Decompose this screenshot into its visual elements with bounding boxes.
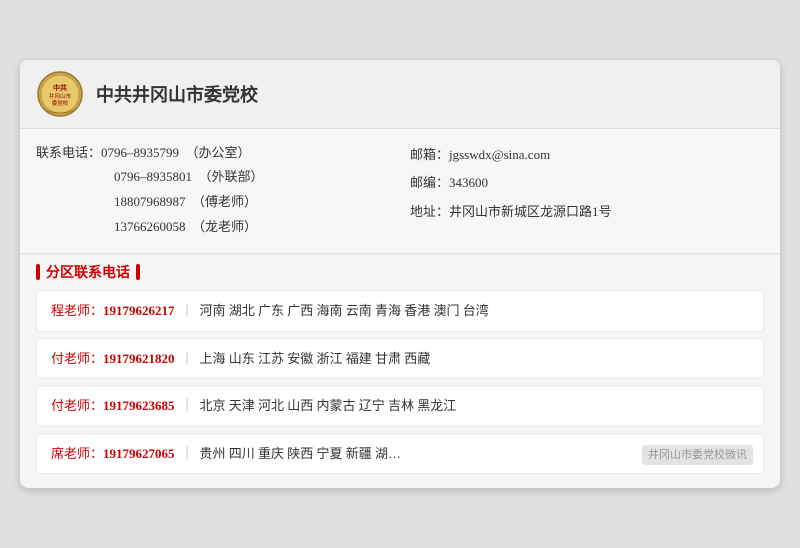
email-value: jgsswdx@sina.com [449, 147, 550, 162]
divider-3: ｜ [181, 398, 194, 413]
divider-1: ｜ [181, 303, 194, 318]
teacher-phone-1: 19179626217 [103, 303, 175, 318]
zip-label: 邮编： [410, 175, 449, 190]
district-item-3: 付老师：19179623685 ｜ 北京 天津 河北 山西 内蒙古 辽宁 吉林 黑龙… [36, 385, 764, 427]
email-label: 邮箱： [410, 147, 449, 162]
phone1-number: 0796–8935799 [101, 145, 179, 160]
svg-text:委党校: 委党校 [52, 99, 69, 107]
section-title: 分区联系电话 [46, 262, 130, 282]
zip-value: 343600 [449, 175, 488, 190]
teacher-name-1: 程老师： [51, 303, 103, 318]
phone1-note: （办公室） [192, 145, 251, 160]
phone3-note: （傅老师） [199, 194, 258, 209]
header-bar-right [136, 264, 140, 280]
district-item-4: 席老师：19179627065 ｜ 贵州 四川 重庆 陕西 宁夏 新疆 湖… 井冈山… [36, 433, 764, 475]
divider-4: ｜ [181, 446, 194, 461]
teacher-name-3: 付老师： [51, 398, 103, 413]
header: 中共 井冈山市 委党校 中共井冈山市委党校 [20, 60, 780, 129]
contact-row-phone-label: 联系电话：0796–8935799 （办公室） [36, 141, 390, 166]
org-name: 中共井冈山市委党校 [96, 81, 258, 107]
svg-text:中共: 中共 [53, 83, 67, 92]
regions-3: 北京 天津 河北 山西 内蒙古 辽宁 吉林 黑龙江 [200, 398, 457, 413]
regions-4: 贵州 四川 重庆 陕西 宁夏 新疆 湖… [200, 446, 402, 461]
phone4-note: （龙老师） [199, 219, 258, 234]
regions-2: 上海 山东 江苏 安徽 浙江 福建 甘肃 西藏 [200, 351, 431, 366]
main-card: 中共 井冈山市 委党校 中共井冈山市委党校 联系电话：0796–8935799 … [20, 60, 780, 489]
contact-section: 联系电话：0796–8935799 （办公室） 0796–8935801 （外联… [20, 129, 780, 255]
phone2-note: （外联部） [205, 169, 264, 184]
contact-row-phone3: 18807968987 （傅老师） [36, 190, 390, 215]
contact-right: 邮箱：jgsswdx@sina.com 邮编：343600 地址：井冈山市新城区… [410, 141, 764, 240]
contact-left: 联系电话：0796–8935799 （办公室） 0796–8935801 （外联… [36, 141, 390, 240]
logo-icon: 中共 井冈山市 委党校 [36, 70, 84, 118]
contact-row-zip: 邮编：343600 [410, 171, 764, 196]
district-list: 程老师：19179626217 ｜ 河南 湖北 广东 广西 海南 云南 青海 香港 … [20, 290, 780, 488]
phone-label: 联系电话： [36, 145, 101, 160]
header-bar-left [36, 264, 40, 280]
phone3-number: 18807968987 [114, 194, 186, 209]
section-header: 分区联系电话 [20, 254, 780, 290]
teacher-phone-3: 19179623685 [103, 398, 175, 413]
watermark: 井冈山市委党校微讯 [642, 445, 753, 466]
address-label: 地址： [410, 204, 449, 219]
phone2-number: 0796–8935801 [114, 169, 192, 184]
regions-1: 河南 湖北 广东 广西 海南 云南 青海 香港 澳门 台湾 [200, 303, 489, 318]
teacher-name-2: 付老师： [51, 351, 103, 366]
svg-text:井冈山市: 井冈山市 [49, 92, 72, 100]
teacher-phone-2: 19179621820 [103, 351, 175, 366]
district-item-2: 付老师：19179621820 ｜ 上海 山东 江苏 安徽 浙江 福建 甘肃 西藏 [36, 338, 764, 380]
contact-row-email: 邮箱：jgsswdx@sina.com [410, 143, 764, 168]
phone4-number: 13766260058 [114, 219, 186, 234]
contact-row-phone4: 13766260058 （龙老师） [36, 215, 390, 240]
divider-2: ｜ [181, 351, 194, 366]
contact-row-phone2: 0796–8935801 （外联部） [36, 165, 390, 190]
district-item-1: 程老师：19179626217 ｜ 河南 湖北 广东 广西 海南 云南 青海 香港 … [36, 290, 764, 332]
teacher-phone-4: 19179627065 [103, 446, 175, 461]
address-value: 井冈山市新城区龙源口路1号 [449, 204, 612, 219]
teacher-name-4: 席老师： [51, 446, 103, 461]
contact-row-address: 地址：井冈山市新城区龙源口路1号 [410, 200, 764, 225]
